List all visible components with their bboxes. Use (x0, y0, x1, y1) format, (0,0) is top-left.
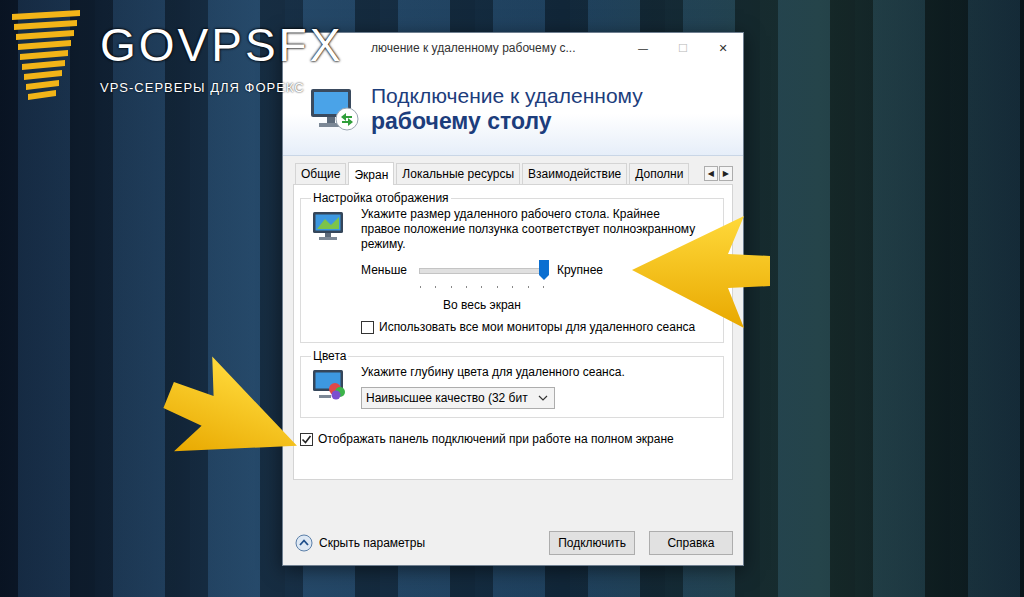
slider-min-label: Меньше (361, 263, 407, 277)
collapse-icon (295, 534, 313, 552)
monitor-icon (311, 209, 347, 243)
group-description: Укажите глубину цвета для удаленного сеа… (361, 365, 625, 380)
slider-ticks (420, 286, 544, 288)
window-control-button[interactable]: ✕ (703, 42, 743, 55)
remote-desktop-dialog: лючение к удаленному рабочему с... —☐✕ П… (282, 32, 744, 566)
window-title: лючение к удаленному рабочему с... (371, 41, 623, 55)
group-description: Укажите размер удаленного рабочего стола… (361, 207, 696, 252)
slider-tick (435, 286, 436, 288)
checkbox[interactable] (300, 433, 313, 446)
checkbox-row[interactable]: Отображать панель подключений при работе… (300, 432, 724, 446)
header-banner: Подключение к удаленному рабочему столу (283, 63, 743, 156)
slider-tick (543, 286, 544, 288)
pointer-arrow-icon (628, 212, 774, 332)
footer: Скрыть параметры Подключить Справка (293, 531, 733, 555)
color-monitor-icon (311, 367, 347, 401)
header-title: Подключение к удаленному (371, 83, 643, 108)
building-logo-icon (8, 8, 84, 104)
slider-max-label: Крупнее (557, 263, 603, 277)
slider-tick (451, 286, 452, 288)
slider-tick (481, 286, 482, 288)
slider-tick (466, 286, 467, 288)
tab[interactable]: Общие (295, 163, 346, 184)
dropdown-value: Наивысшее качество (32 бит (366, 391, 528, 405)
slider-caption: Во весь экран (443, 298, 521, 312)
group-title: Настройка отображения (311, 191, 451, 205)
slider-track[interactable] (419, 268, 545, 274)
check-icon (301, 434, 312, 445)
tab-scroll-button[interactable]: ▶ (719, 166, 733, 181)
remote-desktop-icon (309, 85, 361, 133)
tab[interactable]: Взаимодействие (522, 163, 627, 184)
checkbox-label: Отображать панель подключений при работе… (318, 432, 674, 446)
slider-tick (497, 286, 498, 288)
window-controls: —☐✕ (623, 42, 743, 55)
tab[interactable]: Локальные ресурсы (396, 163, 520, 184)
dialog-button[interactable]: Справка (649, 531, 733, 555)
slider-tick (528, 286, 529, 288)
hide-options-toggle[interactable]: Скрыть параметры (295, 534, 425, 552)
tab-bar: ОбщиеЭкранЛокальные ресурсыВзаимодействи… (293, 162, 733, 184)
group-title: Цвета (311, 349, 348, 363)
checkbox-row[interactable]: Использовать все мои мониторы для удален… (361, 320, 715, 334)
slider-thumb[interactable] (539, 260, 549, 280)
checkbox[interactable] (361, 321, 374, 334)
header-subtitle: рабочему столу (371, 108, 643, 136)
brand-logo: GOVPSFX VPS-СЕРВЕРЫ ДЛЯ ФОРЕКС (8, 8, 343, 104)
slider-tick (512, 286, 513, 288)
tab[interactable]: Дополни (629, 163, 689, 184)
title-bar: лючение к удаленному рабочему с... —☐✕ (283, 33, 743, 63)
toggle-label: Скрыть параметры (319, 536, 425, 550)
checkbox-label: Использовать все мои мониторы для удален… (379, 320, 695, 334)
tab-page: Настройка отображения Укажите размер уда… (293, 184, 733, 480)
brand-tagline: VPS-СЕРВЕРЫ ДЛЯ ФОРЕКС (100, 80, 343, 95)
window-control-button: ☐ (663, 42, 703, 55)
window-control-button[interactable]: — (623, 42, 663, 55)
brand-name: GOVPSFX (100, 22, 343, 68)
colors-group: Цвета Укажите глубину цвета для удаленно… (300, 349, 724, 418)
tab-scroll: ◀▶ (704, 166, 733, 181)
tab[interactable]: Экран (348, 162, 394, 185)
chevron-down-icon (538, 395, 548, 401)
tab-scroll-button[interactable]: ◀ (704, 166, 718, 181)
slider-tick (420, 286, 421, 288)
screen: лючение к удаленному рабочему с... —☐✕ П… (0, 0, 1024, 597)
color-depth-dropdown[interactable]: Наивысшее качество (32 бит (361, 387, 555, 409)
dialog-button[interactable]: Подключить (549, 531, 635, 555)
